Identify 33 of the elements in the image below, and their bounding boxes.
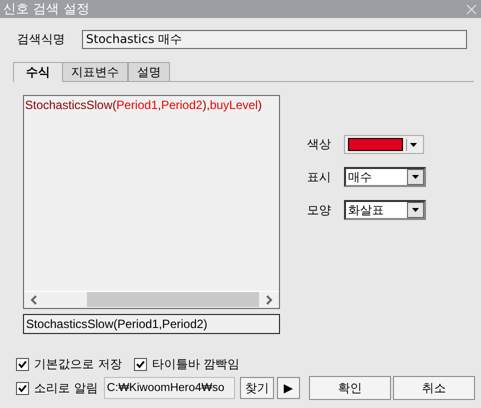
checkbox[interactable] — [16, 358, 29, 371]
browse-button[interactable]: 찾기 — [240, 377, 274, 399]
window-title: 신호 검색 설정 — [3, 1, 90, 18]
dialog-button[interactable]: 확인 — [308, 376, 391, 400]
option-label: 모양 — [307, 202, 332, 218]
formula-editor[interactable]: StochasticsSlow(Period1,Period2),buyLevel) — [23, 95, 280, 309]
dropdown-arrow-icon — [412, 208, 419, 212]
name-label: 검색식명 — [17, 31, 66, 48]
scroll-left-icon[interactable] — [30, 295, 38, 305]
checkbox-label: 타이틀바 깜빡임 — [152, 356, 240, 373]
dropdown-arrow-icon — [412, 175, 419, 179]
scroll-right-icon[interactable] — [265, 295, 273, 305]
checkbox-label: 기본값으로 저장 — [34, 356, 122, 373]
sound-path-field[interactable]: C:₩KiwoomHero4₩so — [104, 377, 235, 399]
checkbox[interactable] — [134, 358, 147, 371]
name-field[interactable]: Stochastics 매수 — [82, 30, 467, 49]
option-label: 색상 — [307, 136, 332, 153]
dropdown[interactable]: 매수 — [344, 167, 426, 187]
tab[interactable]: 설명 — [128, 62, 170, 81]
dialog-button[interactable]: 취소 — [392, 376, 475, 400]
formula-text: StochasticsSlow(Period1,Period2),buyLevel) — [24, 97, 263, 112]
checkbox-label: 소리로 알림 — [34, 380, 98, 396]
tab[interactable]: 수식 — [13, 62, 62, 82]
dropdown[interactable]: 화살표 — [344, 200, 426, 220]
tab[interactable]: 지표변수 — [62, 62, 128, 81]
color-picker[interactable] — [344, 135, 424, 154]
option-label: 표시 — [307, 168, 332, 186]
horizontal-scrollbar[interactable] — [24, 291, 279, 308]
checkbox[interactable] — [16, 382, 29, 394]
dropdown-arrow-icon — [410, 142, 417, 146]
play-button[interactable]: ▶ — [276, 377, 300, 399]
formula-preview: StochasticsSlow(Period1,Period2) — [23, 314, 280, 334]
scroll-thumb[interactable] — [87, 292, 259, 307]
